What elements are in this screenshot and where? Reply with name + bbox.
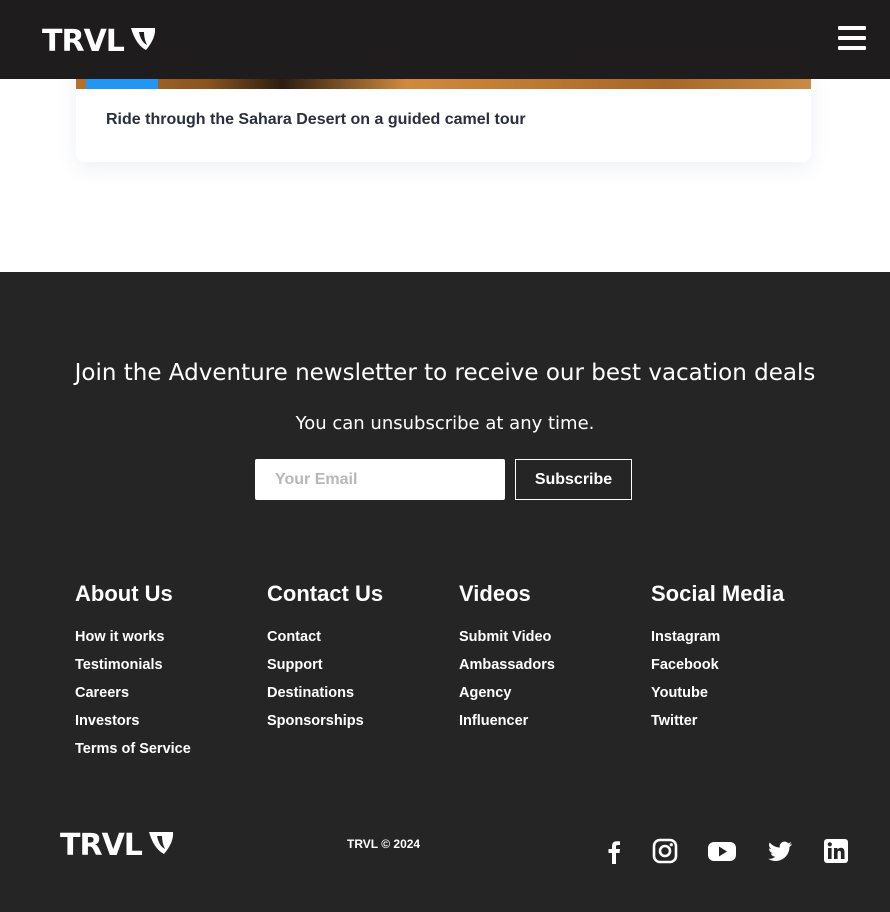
footer-link-youtube[interactable]: Youtube — [651, 679, 784, 707]
hamburger-menu-icon[interactable] — [838, 26, 866, 52]
footer-link-investors[interactable]: Investors — [75, 707, 191, 735]
footer-link-twitter[interactable]: Twitter — [651, 707, 784, 735]
facebook-icon[interactable] — [601, 838, 627, 864]
column-heading: About Us — [75, 581, 173, 606]
footer-link-instagram[interactable]: Instagram — [651, 623, 784, 651]
footer-link-facebook[interactable]: Facebook — [651, 651, 784, 679]
linkedin-icon[interactable] — [823, 838, 849, 864]
newsletter-title: Join the Adventure newsletter to receive… — [74, 360, 816, 386]
card-title[interactable]: Ride through the Sahara Desert on a guid… — [106, 111, 526, 129]
footer-link-sponsorships[interactable]: Sponsorships — [267, 707, 383, 735]
footer-link-contact[interactable]: Contact — [267, 623, 383, 651]
footer-link-how-it-works[interactable]: How it works — [75, 623, 191, 651]
email-input[interactable] — [255, 459, 505, 500]
footer-link-submit-video[interactable]: Submit Video — [459, 623, 555, 651]
logo-text: TRVL — [42, 23, 125, 59]
footer-link-destinations[interactable]: Destinations — [267, 679, 383, 707]
footer-column-contact: Contact Us Contact Support Destinations … — [267, 581, 383, 735]
logo-mark-icon — [148, 828, 174, 863]
footer-column-social: Social Media Instagram Facebook Youtube … — [651, 581, 784, 735]
footer-link-terms[interactable]: Terms of Service — [75, 735, 191, 763]
footer-column-videos: Videos Submit Video Ambassadors Agency I… — [459, 581, 555, 735]
newsletter-subtitle: You can unsubscribe at any time. — [295, 413, 595, 434]
logo-mark-icon — [130, 24, 156, 59]
logo[interactable]: TRVL — [42, 24, 156, 59]
twitter-icon[interactable] — [767, 838, 793, 864]
top-navbar: TRVL — [0, 0, 890, 79]
column-heading: Videos — [459, 581, 531, 606]
copyright-text: TRVL © 2024 — [347, 837, 421, 851]
footer-link-testimonials[interactable]: Testimonials — [75, 651, 191, 679]
instagram-icon[interactable] — [652, 838, 678, 864]
footer-link-careers[interactable]: Careers — [75, 679, 191, 707]
column-heading: Contact Us — [267, 581, 384, 606]
footer-logo-text: TRVL — [60, 827, 143, 863]
footer: Join the Adventure newsletter to receive… — [0, 272, 890, 912]
footer-link-ambassadors[interactable]: Ambassadors — [459, 651, 555, 679]
footer-logo[interactable]: TRVL — [60, 828, 174, 863]
subscribe-button[interactable]: Subscribe — [515, 459, 632, 500]
footer-link-influencer[interactable]: Influencer — [459, 707, 555, 735]
footer-link-agency[interactable]: Agency — [459, 679, 555, 707]
column-heading: Social Media — [651, 581, 785, 606]
footer-column-about: About Us How it works Testimonials Caree… — [75, 581, 191, 763]
youtube-icon[interactable] — [708, 838, 736, 864]
footer-link-support[interactable]: Support — [267, 651, 383, 679]
